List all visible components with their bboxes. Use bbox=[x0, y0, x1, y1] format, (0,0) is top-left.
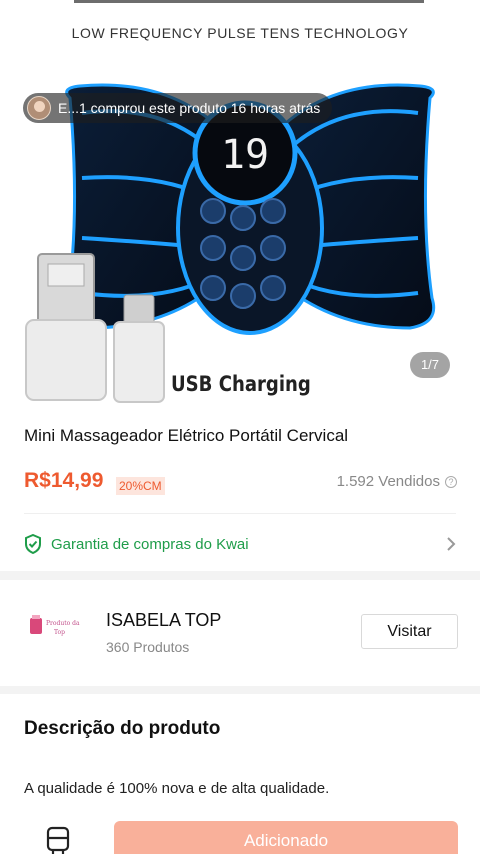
section-separator bbox=[0, 686, 480, 694]
sold-count: 1.592 Vendidos ? bbox=[337, 473, 457, 490]
product-price: R$14,99 bbox=[24, 469, 104, 492]
image-tagline: LOW FREQUENCY PULSE TENS TECHNOLOGY bbox=[71, 25, 409, 41]
divider bbox=[24, 513, 456, 514]
image-top-edge bbox=[74, 0, 424, 3]
section-separator bbox=[0, 571, 480, 580]
product-title: Mini Massageador Elétrico Portátil Cervi… bbox=[24, 426, 349, 445]
svg-text:Top: Top bbox=[54, 629, 65, 636]
store-product-count: 360 Produtos bbox=[106, 639, 190, 655]
purchase-notification-text: E...1 comprou este produto 16 horas atrá… bbox=[58, 100, 321, 116]
add-to-cart-button[interactable]: Adicionado bbox=[114, 821, 458, 854]
usb-cable-image bbox=[25, 253, 165, 403]
discount-badge: 20%CM bbox=[116, 477, 165, 495]
description-title: Descrição do produto bbox=[24, 718, 221, 739]
product-image-carousel[interactable]: LOW FREQUENCY PULSE TENS TECHNOLOGY 19 U… bbox=[0, 0, 480, 410]
store-logo[interactable]: Produto da Top bbox=[24, 612, 80, 646]
shop-icon[interactable] bbox=[45, 826, 71, 854]
help-icon[interactable]: ? bbox=[445, 475, 457, 488]
guarantee-label: Garantia de compras do Kwai bbox=[51, 535, 249, 553]
purchase-guarantee-row[interactable]: Garantia de compras do Kwai bbox=[24, 532, 456, 556]
chevron-right-icon bbox=[447, 537, 456, 551]
store-name[interactable]: ISABELA TOP bbox=[106, 610, 221, 631]
description-text: A qualidade é 100% nova e de alta qualid… bbox=[24, 780, 330, 797]
svg-text:19: 19 bbox=[221, 132, 269, 178]
image-counter: 1/7 bbox=[410, 352, 450, 378]
shield-check-icon bbox=[25, 534, 41, 554]
purchase-notification: E...1 comprou este produto 16 horas atrá… bbox=[23, 93, 333, 123]
store-logo-text: Produto da bbox=[46, 620, 80, 627]
visit-store-button[interactable]: Visitar bbox=[361, 614, 458, 649]
sold-count-text: 1.592 Vendidos bbox=[336, 473, 440, 490]
buyer-avatar bbox=[27, 96, 51, 120]
usb-charging-caption: USB Charging bbox=[171, 372, 311, 396]
